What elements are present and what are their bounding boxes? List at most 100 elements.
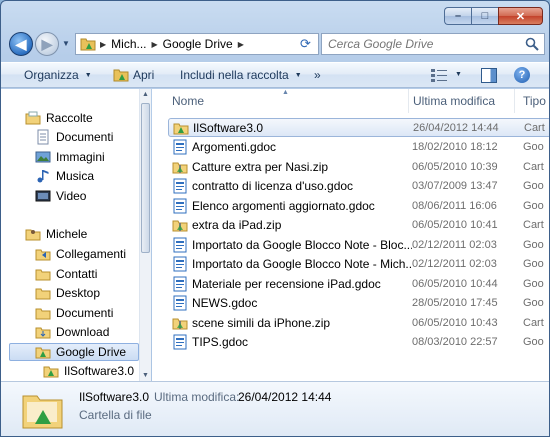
folder-icon <box>35 249 51 261</box>
forward-button[interactable]: ▶ <box>35 32 59 56</box>
search-icon[interactable] <box>525 37 539 51</box>
nav-ilsoftware[interactable]: IlSoftware3.0 <box>43 362 134 380</box>
details-modified-value: 26/04/2012 14:44 <box>238 390 332 404</box>
file-row[interactable]: Importato da Google Blocco Note - Bloc..… <box>168 235 549 254</box>
file-name: Importato da Google Blocco Note - Bloc..… <box>192 237 412 252</box>
nav-item-label: Documenti <box>56 130 114 144</box>
include-in-library-button[interactable]: Includi nella raccolta ▼ <box>180 68 302 82</box>
nav-google-drive[interactable]: Google Drive <box>9 343 139 361</box>
breadcrumb-michele[interactable]: Mich... <box>108 37 149 51</box>
file-row[interactable]: IlSoftware3.0 26/04/2012 14:44 Cart <box>168 118 549 137</box>
file-type: Cart <box>523 160 544 173</box>
organize-button[interactable]: Organizza ▼ <box>24 68 92 82</box>
video-icon <box>35 190 51 202</box>
file-modified: 06/05/2010 10:41 <box>412 219 498 231</box>
column-header-modified[interactable]: Ultima modifica <box>405 89 515 113</box>
gdoc-icon <box>173 334 187 350</box>
nav-desktop[interactable]: Desktop <box>35 284 100 302</box>
nav-library-music[interactable]: Musica <box>35 167 94 185</box>
nav-downloads[interactable]: Download <box>35 323 109 341</box>
file-type: Goo <box>523 199 544 212</box>
include-label: Includi nella raccolta <box>180 68 289 82</box>
file-modified: 26/04/2012 14:44 <box>413 121 499 134</box>
file-row[interactable]: Catture extra per Nasi.zip 06/05/2010 10:… <box>168 157 549 176</box>
refresh-button[interactable]: ⟳ <box>293 33 319 55</box>
drive-folder-icon <box>35 347 51 359</box>
details-pane: IlSoftware3.0 Ultima modifica: 26/04/201… <box>1 381 549 436</box>
breadcrumb-separator-icon: ▶ <box>100 39 107 49</box>
file-type: Goo <box>523 238 544 251</box>
file-row[interactable]: NEWS.gdoc 28/05/2010 17:45 Goo <box>168 294 549 313</box>
views-chevron-down-icon[interactable]: ▼ <box>455 71 462 78</box>
nav-documents[interactable]: Documenti <box>35 304 113 322</box>
nav-item-label: Download <box>56 325 110 339</box>
explorer-window: – □ ✕ ◀ ▶ ▼ ▶ Mich... ▶ Google Drive ▶ ▼… <box>0 0 550 437</box>
file-row[interactable]: Importato da Google Blocco Note - Mich..… <box>168 255 549 274</box>
scroll-up-icon[interactable]: ▲ <box>142 91 149 98</box>
address-bar[interactable]: ▶ Mich... ▶ Google Drive ▶ ▼ <box>75 33 315 55</box>
column-header-type[interactable]: Tipo <box>515 89 549 113</box>
nav-item-label: Google Drive <box>56 345 127 359</box>
close-button[interactable]: ✕ <box>498 7 543 25</box>
libraries-icon <box>25 111 41 125</box>
open-label: Apri <box>133 68 155 82</box>
file-name: extra da iPad.zip <box>192 218 282 232</box>
file-name: Catture extra per Nasi.zip <box>192 159 329 174</box>
nav-item-label: Musica <box>56 169 95 183</box>
pictures-icon <box>35 151 51 163</box>
scroll-down-icon[interactable]: ▼ <box>142 372 149 379</box>
zip-icon <box>172 318 188 329</box>
file-row[interactable]: extra da iPad.zip 06/05/2010 10:41 Cart <box>168 216 549 235</box>
sort-ascending-icon: ▲ <box>282 89 289 96</box>
file-row[interactable]: Materiale per recensione iPad.gdoc 06/05/… <box>168 274 549 293</box>
zip-icon <box>172 162 188 173</box>
music-note-icon <box>37 170 49 183</box>
change-view-icon[interactable] <box>431 69 447 82</box>
documents-icon <box>37 129 49 145</box>
nav-libraries-label: Raccolte <box>46 111 93 125</box>
help-icon[interactable]: ? <box>514 67 530 83</box>
file-type: Cart <box>524 121 545 134</box>
preview-pane-icon[interactable] <box>481 68 497 83</box>
breadcrumb-separator-icon: ▶ <box>237 39 244 49</box>
nav-scrollbar[interactable]: ▲ ▼ <box>139 89 151 381</box>
more-commands-button[interactable]: » <box>314 68 321 82</box>
chevron-down-icon: ▼ <box>84 71 92 79</box>
file-name: Argomenti.gdoc <box>192 140 277 154</box>
file-row[interactable]: Elenco argomenti aggiornato.gdoc 08/06/20… <box>168 196 549 215</box>
open-button[interactable]: Apri <box>113 68 154 82</box>
nav-library-documents[interactable]: Documenti <box>35 128 113 146</box>
nav-item-label: Collegamenti <box>56 247 127 261</box>
file-type: Cart <box>523 316 544 329</box>
file-modified: 28/05/2010 17:45 <box>412 297 498 309</box>
back-button[interactable]: ◀ <box>9 32 33 56</box>
maximize-button[interactable]: □ <box>471 7 498 25</box>
minimize-button[interactable]: – <box>444 7 471 25</box>
file-row[interactable]: scene simili da iPhone.zip 06/05/2010 10:… <box>168 313 549 332</box>
file-modified: 08/06/2011 16:06 <box>412 199 497 212</box>
address-row: ◀ ▶ ▼ ▶ Mich... ▶ Google Drive ▶ ▼ ⟳ <box>7 31 545 59</box>
nav-scroll-thumb[interactable] <box>141 103 150 253</box>
file-row[interactable]: TIPS.gdoc 08/03/2010 22:57 Goo <box>168 333 549 352</box>
nav-contacts[interactable]: Contatti <box>35 265 97 283</box>
search-input[interactable] <box>328 37 518 51</box>
nav-library-video[interactable]: Video <box>35 187 86 205</box>
file-modified: 06/05/2010 10:44 <box>412 277 498 290</box>
file-name: NEWS.gdoc <box>192 296 258 310</box>
recent-pages-chevron-icon[interactable]: ▼ <box>62 39 70 48</box>
breadcrumb-google-drive[interactable]: Google Drive <box>160 37 236 51</box>
gdoc-icon <box>173 237 187 252</box>
nav-links[interactable]: Collegamenti <box>35 245 126 263</box>
file-name: IlSoftware3.0 <box>193 120 264 135</box>
file-modified: 06/05/2010 10:39 <box>412 160 498 173</box>
file-row[interactable]: contratto di licenza d'uso.gdoc 03/07/200… <box>168 177 549 196</box>
nav-library-pictures[interactable]: Immagini <box>35 148 105 166</box>
caption-buttons: – □ ✕ <box>444 7 543 25</box>
drive-folder-icon <box>113 69 129 82</box>
nav-user-folder[interactable]: Michele <box>25 225 87 243</box>
file-modified: 02/12/2011 02:03 <box>412 258 497 270</box>
file-row[interactable]: Argomenti.gdoc 18/02/2010 18:12 Goo <box>168 138 549 157</box>
file-type: Goo <box>523 141 544 153</box>
file-modified: 18/02/2010 18:12 <box>412 141 498 153</box>
nav-libraries[interactable]: Raccolte <box>25 109 93 127</box>
